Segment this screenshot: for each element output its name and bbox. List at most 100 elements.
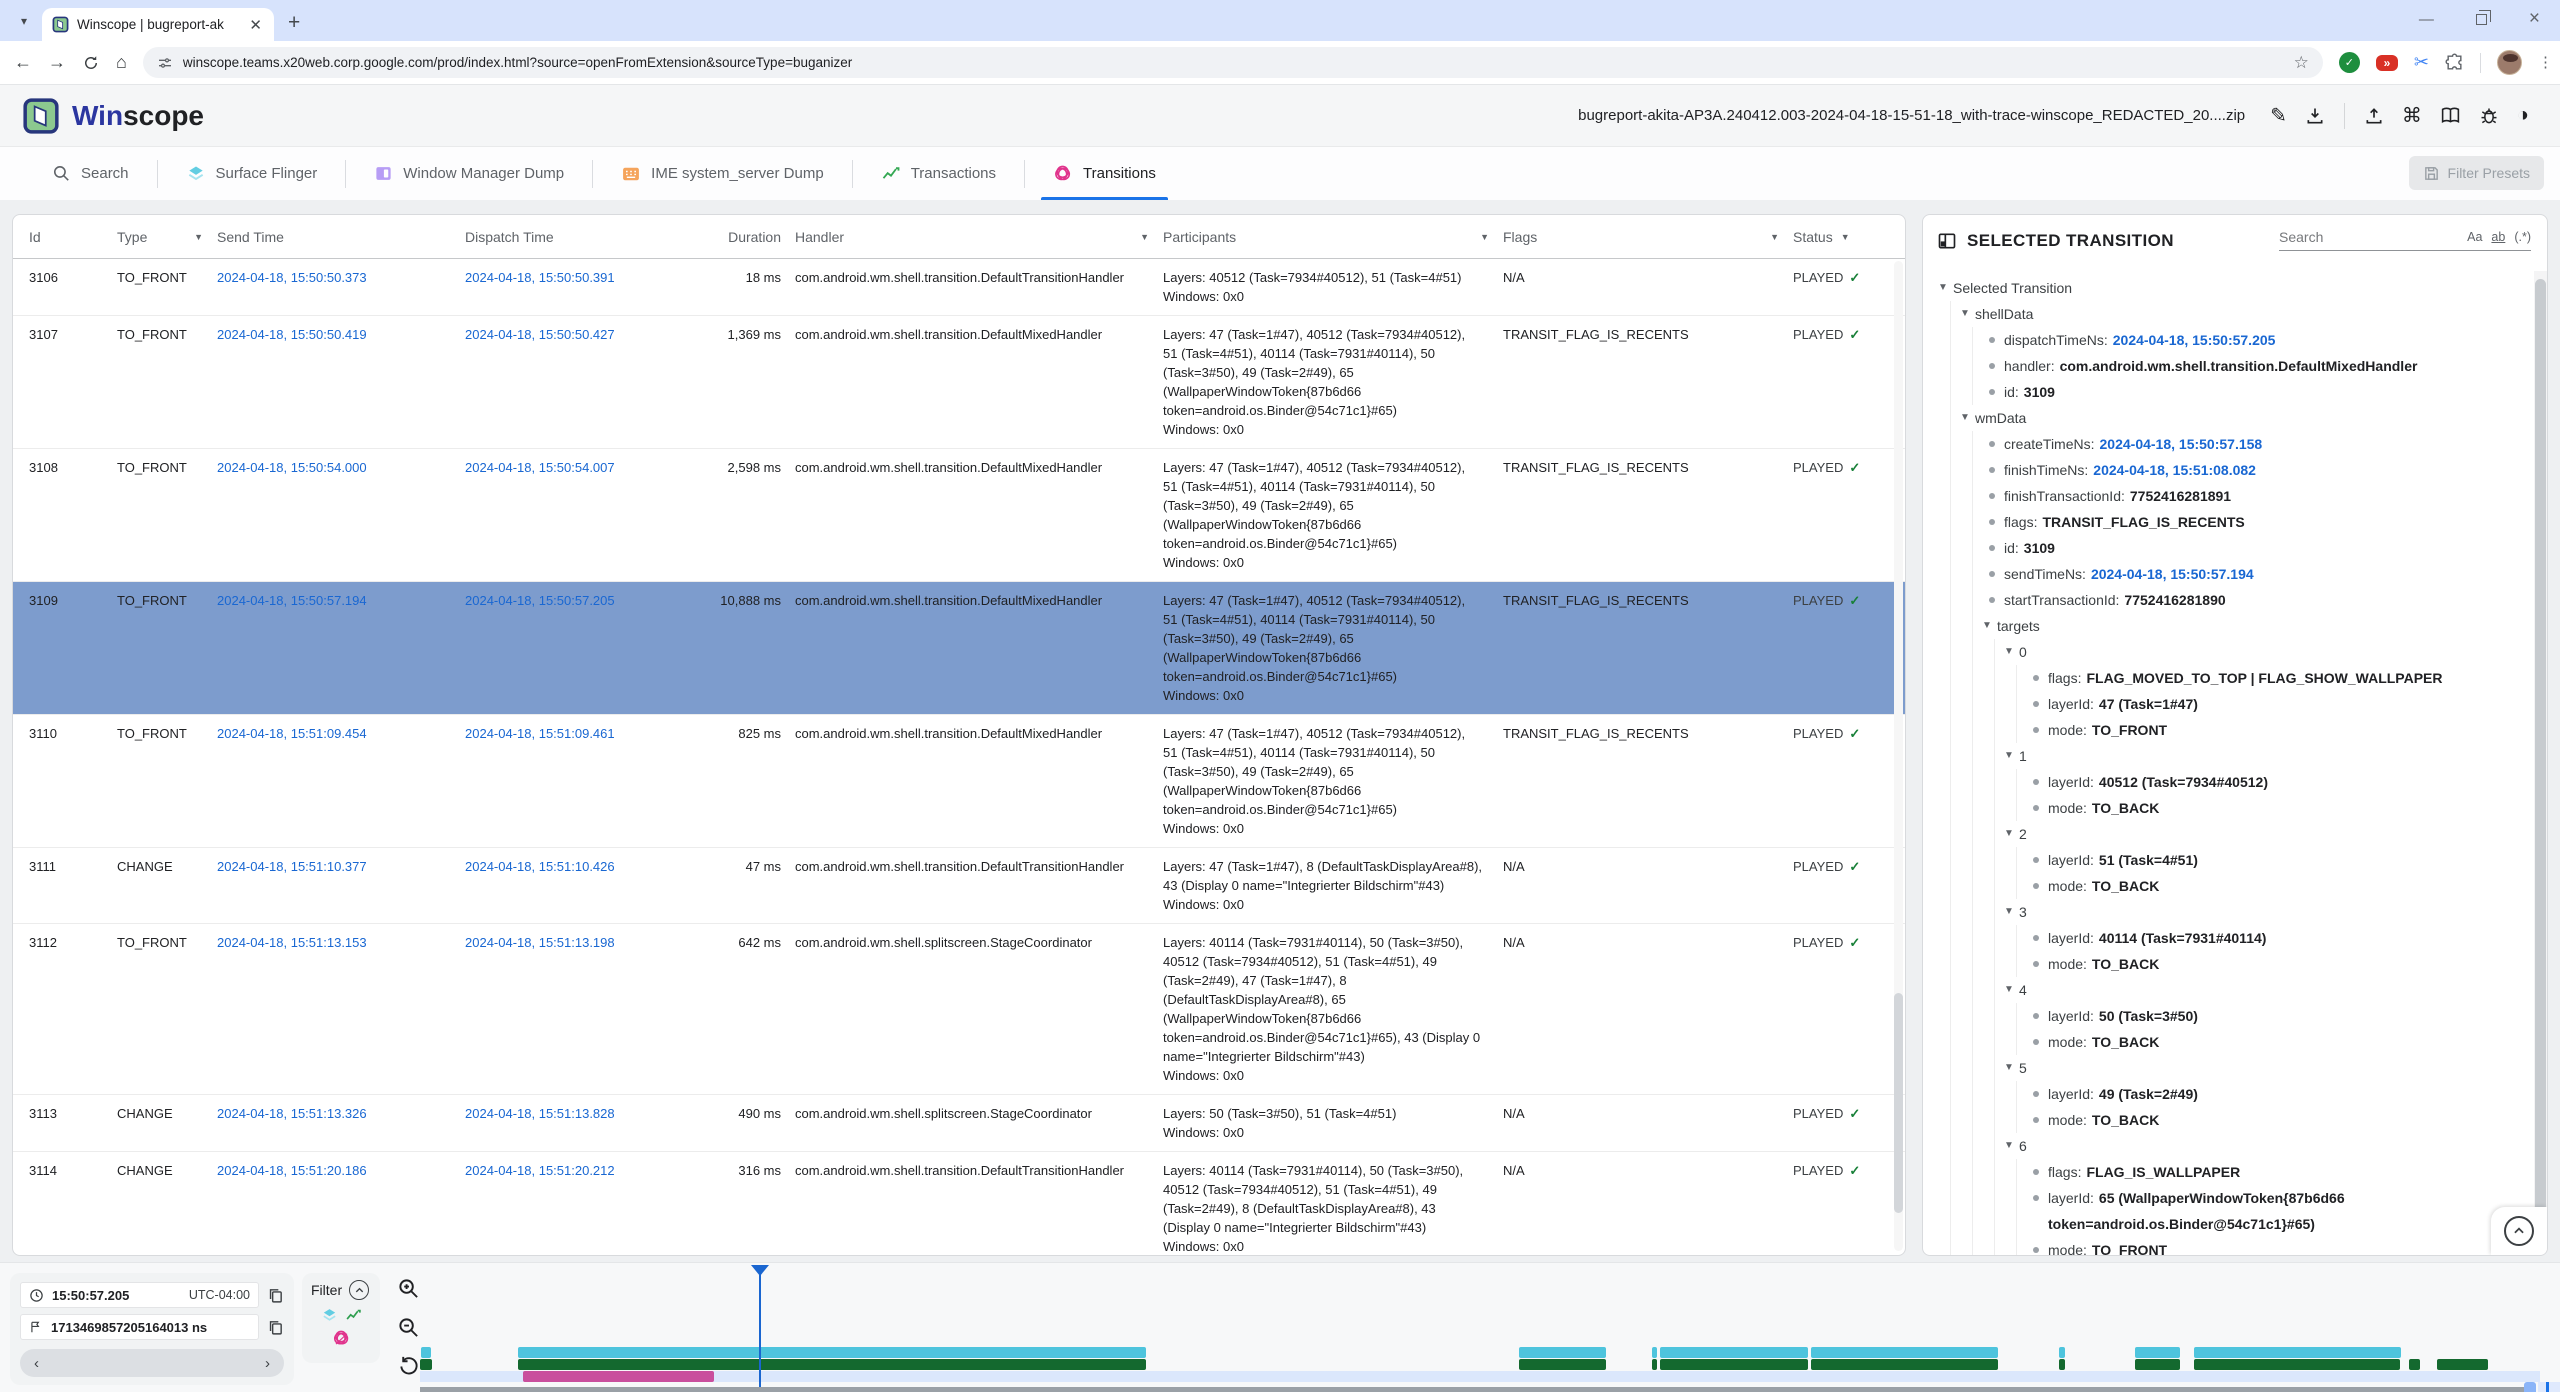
cell-dispatch-time-link[interactable]: 2024-04-18, 15:51:20.212 [465,1161,717,1255]
zoom-out-button[interactable] [397,1316,420,1339]
reload-icon[interactable] [82,54,100,72]
filter-chevron-icon[interactable]: ▼ [194,232,203,242]
transactions-filter-icon[interactable] [345,1307,362,1324]
scroll-to-top-button[interactable] [2504,1216,2534,1246]
table-row[interactable]: 3112TO_FRONT2024-04-18, 15:51:13.1532024… [13,924,1905,1095]
cell-send-time-link[interactable]: 2024-04-18, 15:50:50.419 [217,325,465,439]
regex-button[interactable]: (.*) [2514,230,2531,244]
filter-chevron-icon[interactable]: ▼ [1480,232,1489,242]
tree-leaf[interactable]: createTimeNs:2024-04-18, 15:50:57.158 [1977,431,2533,457]
cell-send-time-link[interactable]: 2024-04-18, 15:51:10.377 [217,857,465,914]
profile-avatar[interactable] [2497,50,2522,75]
cell-dispatch-time-link[interactable]: 2024-04-18, 15:51:09.461 [465,724,717,838]
timeline-segment[interactable] [1660,1347,1808,1358]
cell-dispatch-time-link[interactable]: 2024-04-18, 15:51:10.426 [465,857,717,914]
collapse-arrow-icon[interactable]: ▼ [1977,613,1997,639]
new-tab-button[interactable]: + [288,11,300,35]
collapse-arrow-icon[interactable]: ▼ [1999,977,2019,1003]
edit-pencil-icon[interactable]: ✎ [2270,103,2287,128]
table-scrollbar[interactable] [1894,261,1903,1251]
cell-dispatch-time-link[interactable]: 2024-04-18, 15:50:54.007 [465,458,717,572]
tab-transactions[interactable]: Transactions [853,147,1024,200]
timeline-segment[interactable] [2409,1359,2420,1370]
timeline-segment[interactable] [523,1371,714,1382]
site-info-icon[interactable] [157,55,173,71]
timeline-segment[interactable] [2059,1347,2065,1358]
window-close-icon[interactable]: × [2529,8,2540,30]
panel-scrollbar-thumb[interactable] [2535,279,2546,1229]
table-row[interactable]: 3110TO_FRONT2024-04-18, 15:51:09.4542024… [13,715,1905,848]
tab-close-icon[interactable]: ✕ [247,16,264,34]
tree-leaf[interactable]: layerId:51 (Task=4#51) [2021,847,2533,873]
timeline-segment[interactable] [1811,1359,1998,1370]
column-header-handler[interactable]: Handler▼ [795,229,1163,245]
cell-send-time-link[interactable]: 2024-04-18, 15:51:13.153 [217,933,465,1085]
cell-dispatch-time-link[interactable]: 2024-04-18, 15:50:50.391 [465,268,717,306]
filter-chevron-icon[interactable]: ▼ [1140,232,1149,242]
dark-mode-icon[interactable]: ◑ [2517,104,2529,127]
tab-surface-flinger[interactable]: Surface Flinger [158,147,346,200]
filter-chevron-icon[interactable]: ▼ [1770,232,1779,242]
tree-leaf[interactable]: flags:FLAG_IS_WALLPAPER [2021,1159,2533,1185]
documentation-book-icon[interactable] [2440,105,2461,126]
tree-leaf[interactable]: sendTimeNs:2024-04-18, 15:50:57.194 [1977,561,2533,587]
shortcuts-cmd-icon[interactable]: ⌘ [2402,103,2422,128]
column-header-type[interactable]: Type▼ [117,229,217,245]
tree-leaf[interactable]: flags:TRANSIT_FLAG_IS_RECENTS [1977,509,2533,535]
zoom-in-button[interactable] [397,1277,420,1300]
tree-node[interactable]: ▼2 [1999,821,2533,847]
transitions-filter-icon[interactable] [332,1329,351,1348]
collapse-arrow-icon[interactable]: ▼ [1955,301,1975,327]
timeline-segment[interactable] [518,1347,1146,1358]
column-header-id[interactable]: Id [29,229,117,245]
window-restore-icon[interactable] [2476,14,2487,25]
tree-leaf[interactable]: id:3109 [1977,379,2533,405]
tree-leaf[interactable]: startTransactionId:7752416281890 [1977,587,2533,613]
tree-leaf[interactable]: mode:TO_BACK [2021,873,2533,899]
cell-dispatch-time-link[interactable]: 2024-04-18, 15:51:13.828 [465,1104,717,1142]
collapse-arrow-icon[interactable]: ▼ [1999,1055,2019,1081]
extension-check-icon[interactable]: ✓ [2339,52,2360,73]
tree-leaf[interactable]: layerId:49 (Task=2#49) [2021,1081,2533,1107]
timeline-segment[interactable] [2135,1359,2180,1370]
tree-node[interactable]: ▼targets [1977,613,2533,639]
timeline-segment[interactable] [1652,1347,1657,1358]
url-text[interactable]: winscope.teams.x20web.corp.google.com/pr… [183,55,2284,70]
tree-node[interactable]: ▼shellData [1955,301,2533,327]
collapse-arrow-icon[interactable]: ▼ [1999,821,2019,847]
copy-timestamp-icon[interactable] [267,1319,284,1336]
column-header-send-time[interactable]: Send Time [217,229,465,245]
table-row[interactable]: 3107TO_FRONT2024-04-18, 15:50:50.4192024… [13,316,1905,449]
timeline-segment[interactable] [421,1347,431,1358]
column-header-duration[interactable]: Duration [717,229,795,245]
tree-leaf[interactable]: layerId:40114 (Task=7931#40114) [2021,925,2533,951]
timeline-segment[interactable] [1811,1347,1998,1358]
cell-dispatch-time-link[interactable]: 2024-04-18, 15:51:13.198 [465,933,717,1085]
timestamp-ns-field[interactable]: 1713469857205164013 ns [20,1314,259,1340]
tree-leaf[interactable]: finishTimeNs:2024-04-18, 15:51:08.082 [1977,457,2533,483]
timeline-scroll-strip[interactable]: ‹ › [20,1349,284,1377]
timeline-cursor-line[interactable] [759,1267,761,1387]
tree-node[interactable]: ▼6 [1999,1133,2533,1159]
cell-send-time-link[interactable]: 2024-04-18, 15:50:50.373 [217,268,465,306]
range-selection[interactable] [2538,1382,2560,1392]
table-row[interactable]: 3113CHANGE2024-04-18, 15:51:13.3262024-0… [13,1095,1905,1152]
tree-node[interactable]: ▼0 [1999,639,2533,665]
tree-leaf[interactable]: mode:TO_BACK [2021,795,2533,821]
timeline-canvas[interactable] [420,1263,2560,1392]
tree-leaf[interactable]: mode:TO_BACK [2021,951,2533,977]
upload-icon[interactable] [2364,106,2384,126]
cell-send-time-link[interactable]: 2024-04-18, 15:51:20.186 [217,1161,465,1255]
tree-leaf[interactable]: mode:TO_FRONT [2021,1237,2533,1255]
bookmark-star-icon[interactable]: ☆ [2294,53,2309,73]
cell-send-time-link[interactable]: 2024-04-18, 15:50:57.194 [217,591,465,705]
tree-leaf[interactable]: handler:com.android.wm.shell.transition.… [1977,353,2533,379]
tab-search[interactable]: Search [24,147,157,200]
timeline-overview-track[interactable] [420,1387,2526,1392]
column-header-dispatch-time[interactable]: Dispatch Time [465,229,717,245]
collapse-arrow-icon[interactable]: ▼ [1933,275,1953,301]
browser-tab[interactable]: Winscope | bugreport-ak ✕ [42,8,274,41]
table-row[interactable]: 3111CHANGE2024-04-18, 15:51:10.3772024-0… [13,848,1905,924]
extension-play-icon[interactable]: » [2376,55,2398,71]
home-icon[interactable]: ⌂ [116,52,127,73]
